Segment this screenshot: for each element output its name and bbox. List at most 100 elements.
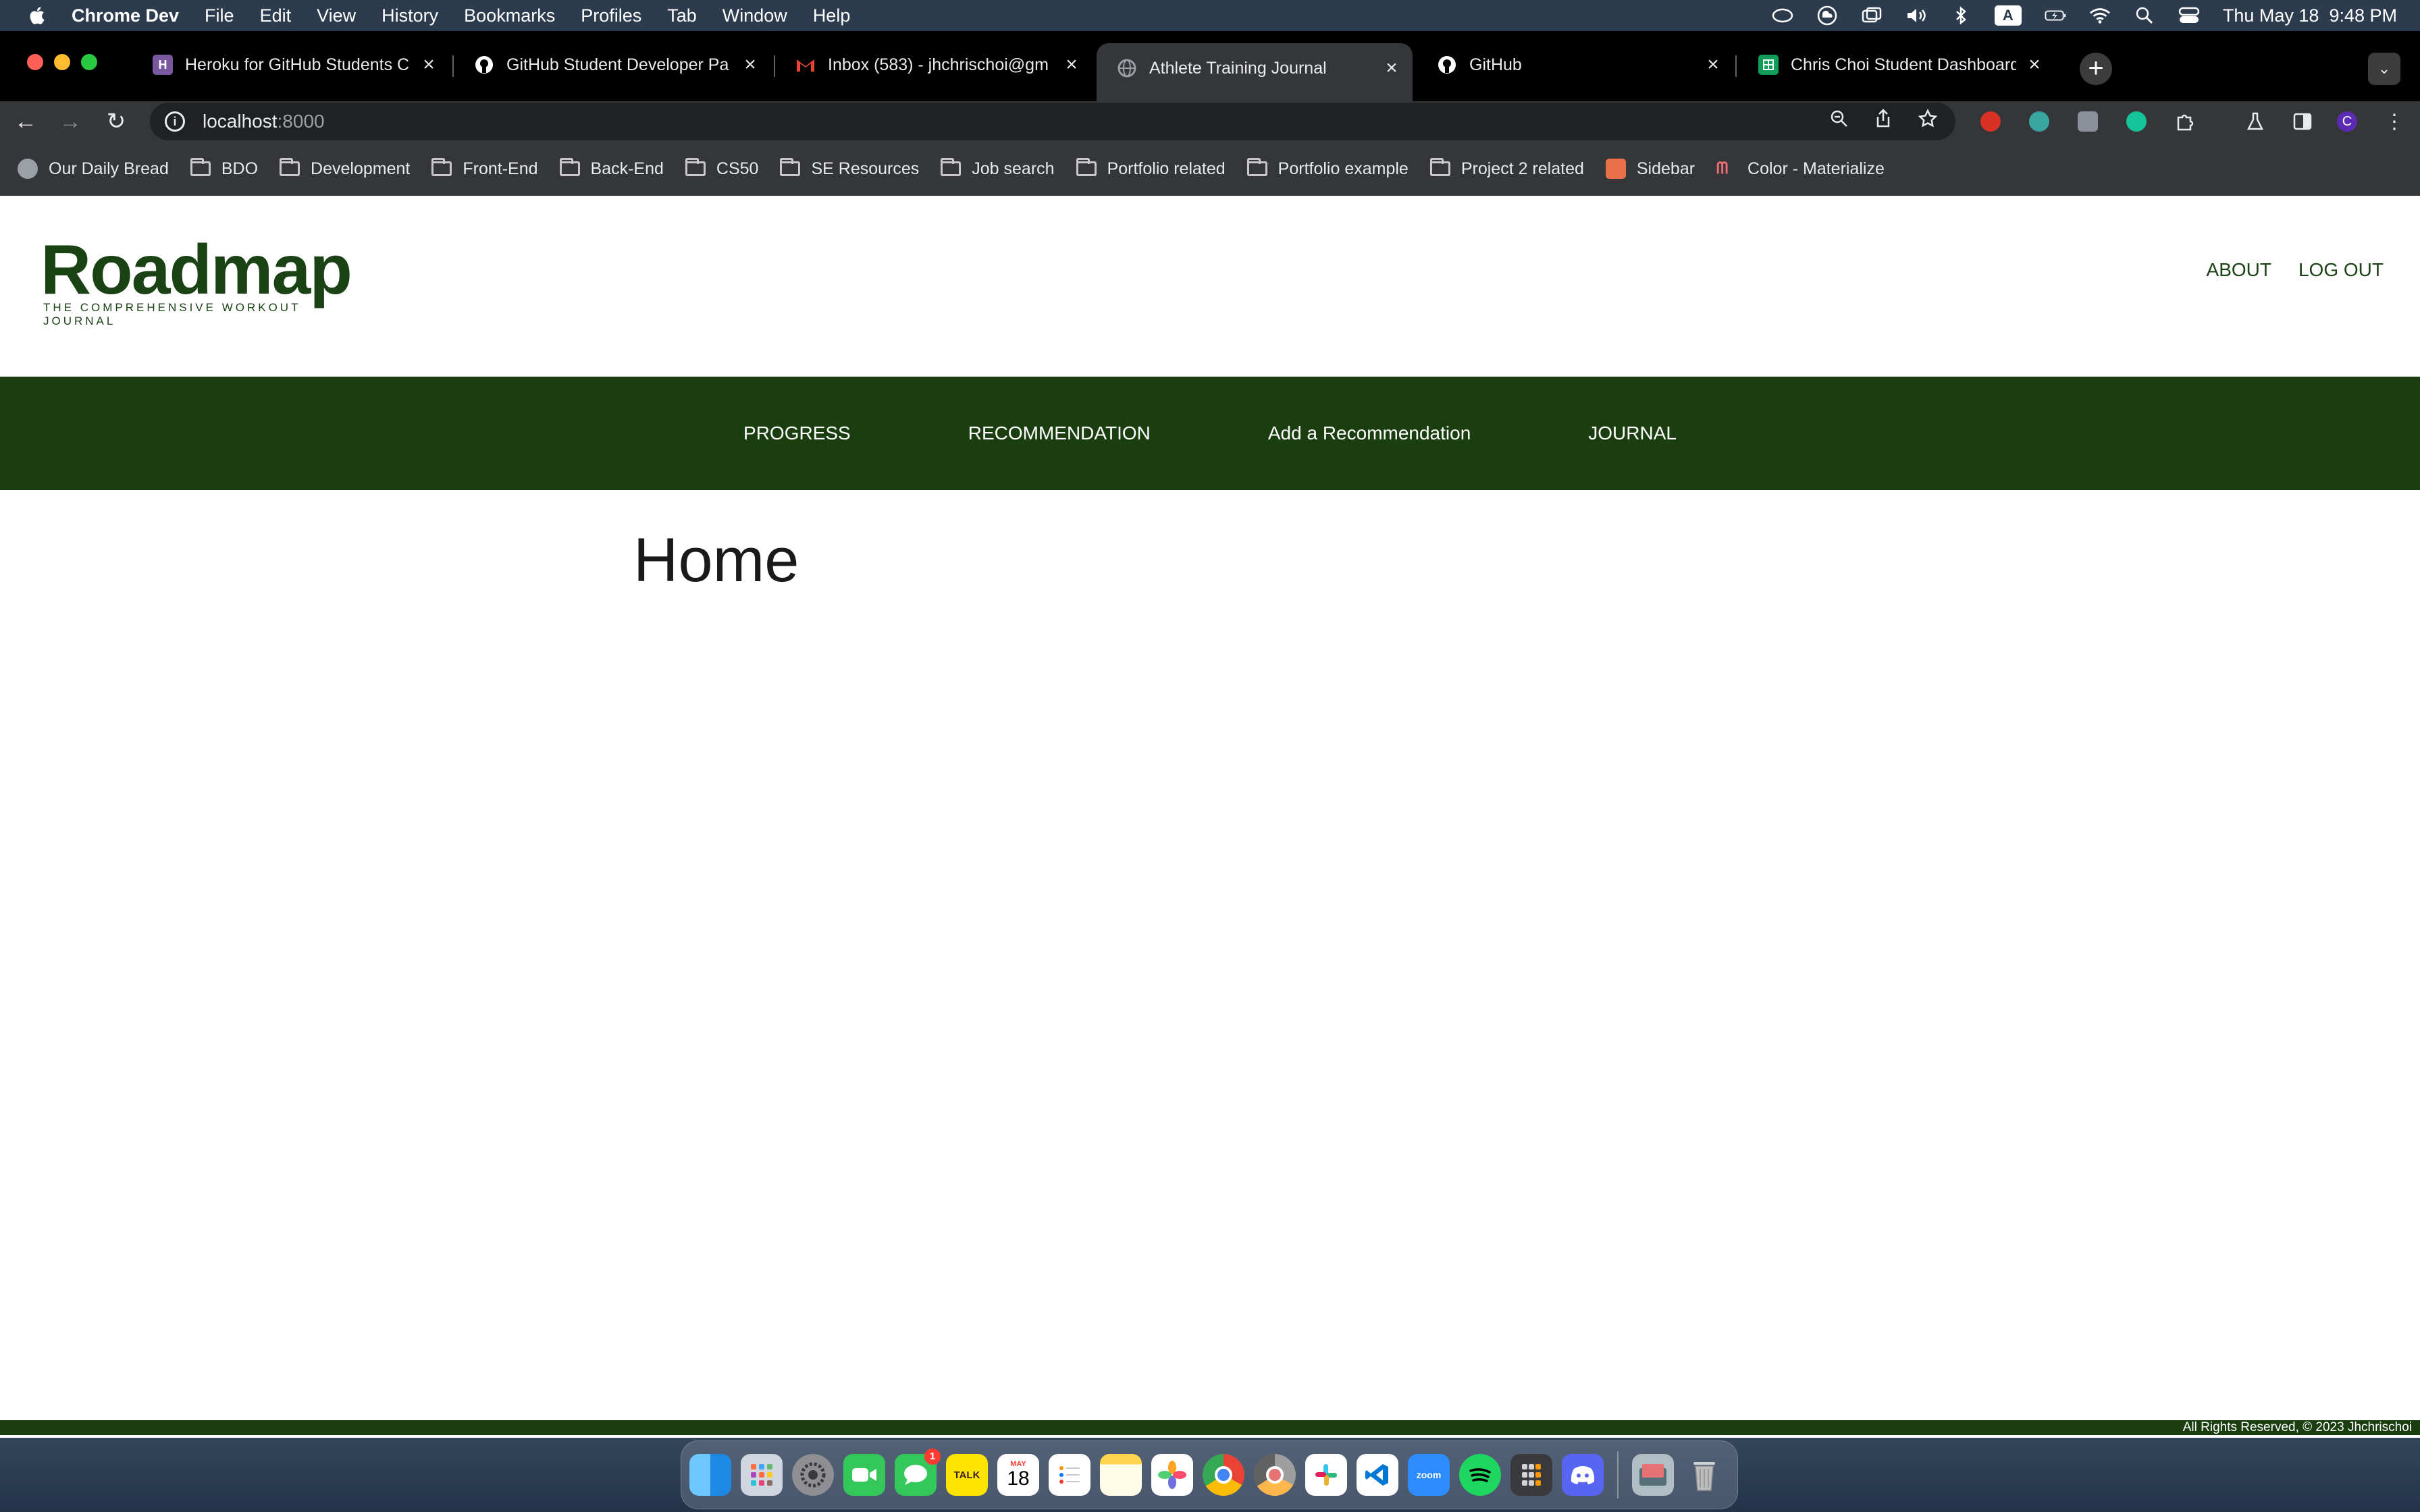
- vscode-icon[interactable]: [1357, 1454, 1398, 1496]
- bluetooth-icon[interactable]: [1950, 6, 1972, 25]
- facetime-icon[interactable]: [843, 1454, 885, 1496]
- forward-button[interactable]: →: [55, 107, 85, 136]
- close-window-button[interactable]: [27, 54, 43, 70]
- bookmark-sidebar[interactable]: Sidebar: [1605, 159, 1695, 179]
- bookmark-bdo[interactable]: BDO: [190, 158, 258, 179]
- tab-github[interactable]: GitHub ×: [1437, 46, 1723, 84]
- creative-cloud-icon[interactable]: [1772, 7, 1793, 24]
- wifi-icon[interactable]: [2089, 7, 2111, 24]
- side-panel-icon[interactable]: [2288, 107, 2317, 136]
- profile-avatar[interactable]: C: [2332, 107, 2362, 136]
- address-bar[interactable]: i localhost:8000: [150, 103, 1955, 140]
- extension-k-icon[interactable]: [2073, 107, 2103, 136]
- menu-window[interactable]: Window: [722, 5, 787, 26]
- tab-title: Athlete Training Journal: [1149, 58, 1327, 78]
- zoom-window-button[interactable]: [81, 54, 97, 70]
- menu-profiles[interactable]: Profiles: [581, 5, 641, 26]
- tab-search-button[interactable]: ⌄: [2368, 53, 2400, 85]
- bookmark-portfolio-related[interactable]: Portfolio related: [1076, 158, 1226, 179]
- slack-icon[interactable]: [1305, 1454, 1347, 1496]
- nav-recommendation[interactable]: RECOMMENDATION: [968, 423, 1151, 444]
- bookmark-front-end[interactable]: Front-End: [431, 158, 538, 179]
- extensions-puzzle-icon[interactable]: [2170, 107, 2200, 136]
- nav-journal[interactable]: JOURNAL: [1588, 423, 1677, 444]
- bookmark-star-icon[interactable]: [1918, 109, 1938, 134]
- screen-mirror-icon[interactable]: [1861, 7, 1883, 24]
- close-tab-icon[interactable]: ×: [1382, 57, 1402, 80]
- menubar-clock[interactable]: Thu May 18 9:48 PM: [2223, 5, 2397, 26]
- minimize-window-button[interactable]: [54, 54, 70, 70]
- control-center-icon[interactable]: [2178, 7, 2200, 24]
- close-tab-icon[interactable]: ×: [419, 53, 439, 76]
- reload-button[interactable]: ↻: [101, 107, 131, 136]
- chrome-menu-icon[interactable]: ⋮: [2379, 107, 2409, 136]
- messages-icon[interactable]: 1: [895, 1449, 941, 1496]
- bookmark-project-2-related[interactable]: Project 2 related: [1429, 158, 1584, 179]
- reminders-icon[interactable]: [1049, 1454, 1090, 1496]
- app-name-menu[interactable]: Chrome Dev: [72, 5, 179, 26]
- extension-red-icon[interactable]: [1976, 107, 2005, 136]
- apple-menu-icon[interactable]: [27, 5, 46, 26]
- logout-link[interactable]: LOG OUT: [2298, 259, 2384, 281]
- tab-heroku[interactable]: H Heroku for GitHub Students C ×: [153, 46, 439, 84]
- tab-student-dashboard[interactable]: Chris Choi Student Dashboard ×: [1758, 46, 2045, 84]
- nav-progress[interactable]: PROGRESS: [743, 423, 851, 444]
- menu-edit[interactable]: Edit: [260, 5, 292, 26]
- discord-icon[interactable]: [1562, 1454, 1604, 1496]
- grammarly-icon[interactable]: [2122, 107, 2151, 136]
- launchpad-icon[interactable]: [741, 1454, 783, 1496]
- trash-icon[interactable]: [1683, 1454, 1725, 1496]
- bookmark-back-end[interactable]: Back-End: [559, 158, 664, 179]
- new-tab-button[interactable]: +: [2080, 53, 2112, 85]
- notes-icon[interactable]: [1100, 1454, 1142, 1496]
- bookmark-portfolio-example[interactable]: Portfolio example: [1246, 158, 1409, 179]
- calculator-icon[interactable]: [1510, 1454, 1552, 1496]
- menu-file[interactable]: File: [205, 5, 234, 26]
- cloud-sync-icon[interactable]: [1816, 5, 1838, 26]
- share-icon[interactable]: [1874, 109, 1892, 134]
- system-settings-icon[interactable]: [792, 1454, 834, 1496]
- roadmap-logo[interactable]: Roadmap THE COMPREHENSIVE WORKOUT JOURNA…: [41, 235, 358, 328]
- github-icon: [1437, 55, 1457, 75]
- bookmark-our-daily-bread[interactable]: Our Daily Bread: [18, 159, 169, 179]
- menu-view[interactable]: View: [317, 5, 356, 26]
- nav-add-recommendation[interactable]: Add a Recommendation: [1268, 423, 1471, 444]
- tab-title: Inbox (583) - jhchrischoi@gm: [828, 55, 1049, 74]
- tab-gmail[interactable]: Inbox (583) - jhchrischoi@gm ×: [795, 46, 1082, 84]
- bookmark-color-materialize[interactable]: ᗰ Color - Materialize: [1716, 159, 1885, 179]
- menu-bookmarks[interactable]: Bookmarks: [464, 5, 555, 26]
- volume-icon[interactable]: [1905, 7, 1927, 24]
- chrome-dev-icon[interactable]: [1254, 1454, 1296, 1496]
- kakaotalk-icon[interactable]: TALK: [946, 1454, 988, 1496]
- back-button[interactable]: ←: [11, 107, 41, 136]
- bookmark-se-resources[interactable]: SE Resources: [780, 158, 919, 179]
- bookmark-job-search[interactable]: Job search: [941, 158, 1055, 179]
- menu-history[interactable]: History: [382, 5, 438, 26]
- about-link[interactable]: ABOUT: [2207, 259, 2271, 281]
- zoom-icon[interactable]: [1830, 109, 1849, 134]
- zoom-icon[interactable]: zoom: [1408, 1454, 1450, 1496]
- tab-athlete-training-journal[interactable]: Athlete Training Journal ×: [1097, 43, 1413, 101]
- bookmark-cs50[interactable]: CS50: [685, 158, 758, 179]
- finder-icon[interactable]: [689, 1454, 731, 1496]
- battery-icon[interactable]: [2045, 7, 2066, 24]
- close-tab-icon[interactable]: ×: [1061, 53, 1082, 76]
- labs-flask-icon[interactable]: [2240, 107, 2270, 136]
- downloads-stack-icon[interactable]: [1632, 1454, 1674, 1496]
- tab-github-student[interactable]: GitHub Student Developer Pa ×: [474, 46, 760, 84]
- photos-icon[interactable]: [1151, 1454, 1193, 1496]
- close-tab-icon[interactable]: ×: [1703, 53, 1723, 76]
- calendar-icon[interactable]: MAY 18: [997, 1454, 1039, 1496]
- address-bar-url[interactable]: localhost:8000: [203, 111, 325, 132]
- spotify-icon[interactable]: [1459, 1454, 1501, 1496]
- extension-a-icon[interactable]: [2024, 107, 2054, 136]
- input-source-icon[interactable]: A: [1994, 5, 2022, 26]
- bookmark-development[interactable]: Development: [280, 158, 410, 179]
- chrome-icon[interactable]: [1203, 1454, 1244, 1496]
- close-tab-icon[interactable]: ×: [2024, 53, 2045, 76]
- menu-help[interactable]: Help: [813, 5, 851, 26]
- spotlight-search-icon[interactable]: [2134, 7, 2155, 24]
- close-tab-icon[interactable]: ×: [740, 53, 760, 76]
- site-info-icon[interactable]: i: [165, 111, 185, 132]
- menu-tab[interactable]: Tab: [667, 5, 697, 26]
